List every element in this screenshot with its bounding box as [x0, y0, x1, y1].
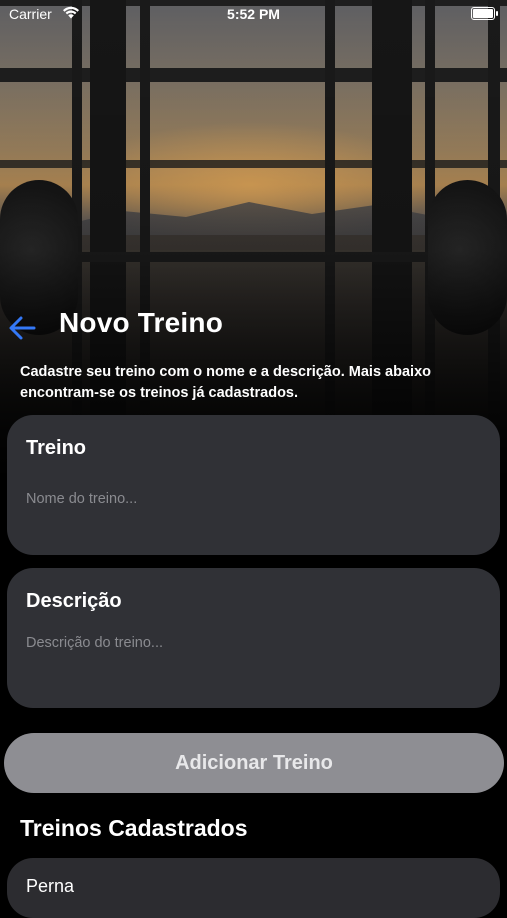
- workout-description-card: Descrição: [7, 568, 500, 708]
- workout-name-input[interactable]: [26, 487, 481, 511]
- back-arrow-icon[interactable]: [6, 310, 38, 342]
- page-title: Novo Treino: [59, 307, 223, 338]
- battery-icon: [471, 7, 498, 20]
- list-item[interactable]: Perna: [7, 858, 500, 918]
- clock: 5:52 PM: [227, 6, 280, 22]
- workout-name-label: Treino: [26, 437, 87, 459]
- add-workout-button[interactable]: Adicionar Treino: [4, 733, 504, 793]
- workout-name-card: Treino: [7, 415, 500, 555]
- gym-background-image: [0, 0, 507, 480]
- intro-text: Cadastre seu treino com o nome e a descr…: [20, 364, 431, 401]
- workout-item-name: Perna: [26, 876, 75, 896]
- workout-description-label: Descrição: [26, 590, 122, 612]
- page-header: Novo Treino: [0, 305, 507, 345]
- registered-workouts-title: Treinos Cadastrados: [20, 815, 248, 841]
- status-bar: Carrier 5:52 PM: [0, 0, 507, 28]
- workout-description-input[interactable]: [26, 631, 481, 655]
